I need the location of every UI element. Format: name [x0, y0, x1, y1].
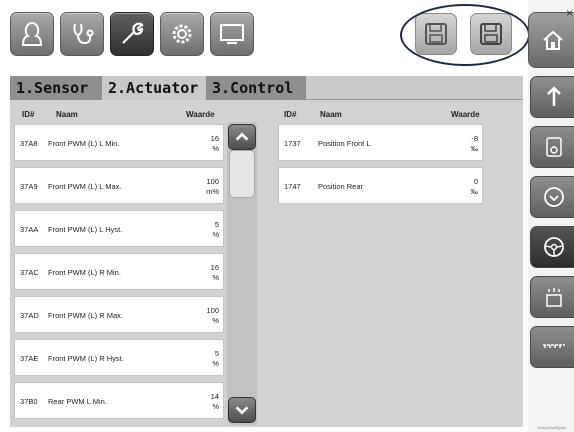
row-name: Front PWM (L) L Hyst. [48, 225, 123, 234]
highlight-annotation [400, 4, 530, 66]
col-header-value: Waarde [186, 110, 215, 119]
row-value: -8 ‰ [470, 134, 479, 153]
diagnostics-button[interactable] [60, 12, 104, 56]
row-value: 5% [212, 220, 219, 239]
scroll-up-button[interactable] [228, 124, 256, 150]
row-id: 37AC [20, 268, 39, 277]
row-id: 37A9 [20, 182, 38, 191]
temperature-button[interactable] [530, 126, 574, 168]
row-value: 5% [212, 349, 219, 368]
person-icon [21, 21, 43, 46]
person-button[interactable] [10, 12, 54, 56]
row-name: Front PWM (L) R Max. [48, 311, 124, 320]
row-id: 1747 [284, 182, 301, 191]
row-value: 0 ‰ [470, 177, 479, 196]
steering-wheel-icon [544, 237, 564, 257]
stethoscope-icon [73, 23, 94, 45]
brand-label: EasyHeadlights [538, 425, 566, 430]
table-row[interactable]: 37AE Front PWM (L) R Hyst. 5% [14, 339, 224, 376]
arrow-up-icon [547, 86, 561, 106]
tab-control[interactable]: 3.Control [206, 76, 306, 100]
settings-button[interactable] [160, 12, 204, 56]
thermometer-icon [546, 137, 562, 157]
col-header-name-right: Naam [320, 110, 342, 119]
row-name: Front PWM (L) R Hyst. [48, 354, 124, 363]
chevron-down-icon [235, 406, 249, 415]
row-id: 37AD [20, 311, 39, 320]
row-name: Front PWM (L) L Max. [48, 182, 122, 191]
scroll-thumb[interactable] [229, 150, 255, 198]
row-id: 37AE [20, 354, 39, 363]
col-header-value-right: Waarde [451, 110, 480, 119]
ruler-button[interactable] [530, 326, 574, 368]
col-header-name: Naam [56, 110, 78, 119]
row-value: 14% [210, 392, 219, 411]
tools-button[interactable] [110, 12, 154, 56]
circle-down-button[interactable] [530, 176, 574, 218]
wrench-icon [122, 22, 144, 44]
computer-button[interactable] [210, 12, 254, 56]
row-name: Front PWM (L) L Min. [48, 139, 120, 148]
tab-sensor[interactable]: 1.Sensor [10, 76, 102, 100]
close-icon[interactable]: × [566, 6, 573, 20]
row-id: 37AA [20, 225, 39, 234]
col-header-id-right: ID# [284, 110, 297, 119]
col-header-id: ID# [22, 110, 35, 119]
table-row[interactable]: 37B0 Rear PWM L Min. 14% [14, 382, 224, 419]
arrow-up-button[interactable] [530, 76, 574, 118]
row-name: Position Rear [318, 182, 364, 191]
steering-button[interactable] [530, 226, 574, 268]
row-name: Position Front L [318, 139, 371, 148]
row-value: 16% [210, 134, 219, 153]
chevron-up-icon [235, 132, 249, 141]
table-row[interactable]: 37A9 Front PWM (L) L Max. 100 m% [14, 167, 224, 204]
spray-button[interactable] [530, 276, 574, 318]
gear-icon [172, 24, 192, 44]
row-value: 100% [206, 306, 219, 325]
table-row[interactable]: 37AC Front PWM (L) R Min. 16% [14, 253, 224, 290]
row-id: 1737 [284, 139, 301, 148]
row-name: Front PWM (L) R Min. [48, 268, 121, 277]
scroll-down-button[interactable] [228, 397, 256, 423]
row-value: 16% [210, 263, 219, 282]
table-row[interactable]: 37A8 Front PWM (L) L Min. 16% [14, 124, 224, 161]
row-name: Rear PWM L Min. [48, 397, 107, 406]
ruler-icon [543, 344, 565, 349]
home-button[interactable] [528, 12, 574, 68]
table-row[interactable]: 1737 Position Front L -8 ‰ [278, 124, 483, 161]
tab-actuator[interactable]: 2.Actuator [102, 76, 206, 100]
circle-down-icon [544, 187, 564, 207]
row-id: 37B0 [20, 397, 38, 406]
home-icon [543, 30, 563, 50]
row-value: 100 m% [206, 177, 219, 196]
table-row[interactable]: 1747 Position Rear 0 ‰ [278, 167, 483, 204]
computer-icon [220, 24, 244, 44]
spray-icon [546, 288, 562, 307]
row-id: 37A8 [20, 139, 38, 148]
table-row[interactable]: 37AD Front PWM (L) R Max. 100% [14, 296, 224, 333]
table-row[interactable]: 37AA Front PWM (L) L Hyst. 5% [14, 210, 224, 247]
